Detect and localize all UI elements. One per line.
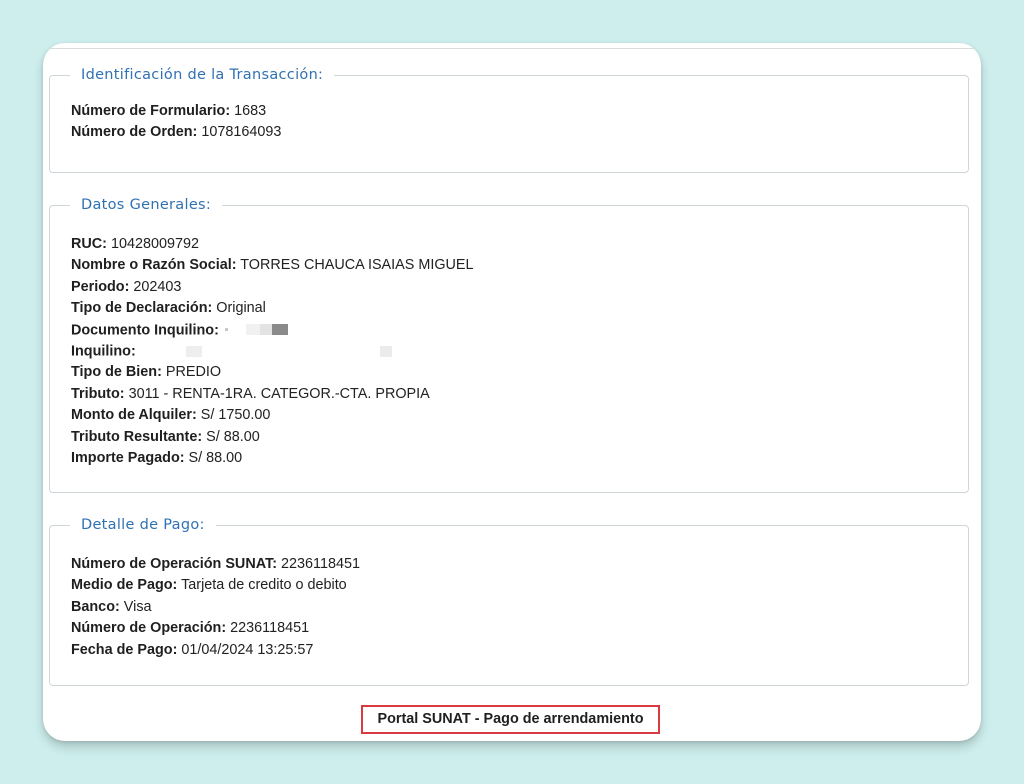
field-fecha-pago: Fecha de Pago: 01/04/2024 13:25:57 [71,640,968,661]
field-razon-social: Nombre o Razón Social: TORRES CHAUCA ISA… [71,255,968,276]
field-operacion-sunat: Número de Operación SUNAT: 2236118451 [71,554,968,575]
field-monto-alquiler: Monto de Alquiler: S/ 1750.00 [71,405,968,426]
receipt-card: Identificación de la Transacción: Número… [43,43,981,741]
field-value: 3011 - RENTA-1RA. CATEGOR.-CTA. PROPIA [128,385,430,402]
field-importe-pagado: Importe Pagado: S/ 88.00 [71,448,968,469]
field-medio-pago: Medio de Pago: Tarjeta de credito o debi… [71,575,968,596]
section-datos-legend: Datos Generales: [81,197,212,213]
redacted-inquilino-blur [140,341,392,362]
field-label: Documento Inquilino: [71,322,219,339]
detalle-fields: Número de Operación SUNAT: 2236118451 Me… [50,534,968,661]
field-label: Tipo de Declaración: [71,300,213,317]
field-value: Visa [123,598,152,615]
field-label: Inquilino: [71,343,136,360]
field-numero-formulario: Número de Formulario: 1683 [71,101,968,122]
field-label: Monto de Alquiler: [71,407,197,424]
field-tributo: Tributo: 3011 - RENTA-1RA. CATEGOR.-CTA.… [71,384,968,405]
field-value: S/ 1750.00 [200,407,271,424]
identificacion-fields: Número de Formulario: 1683 Número de Ord… [50,84,968,144]
field-value: Original [216,300,266,317]
field-label: Nombre o Razón Social: [71,257,237,274]
field-value: S/ 88.00 [206,428,260,445]
field-value: 2236118451 [230,620,310,637]
field-value: 10428009792 [110,236,200,252]
field-label: Número de Operación: [71,620,227,637]
field-label: Tributo Resultante: [71,428,203,445]
field-inquilino: Inquilino: [71,341,968,362]
section-identificacion: Identificación de la Transacción: Número… [49,66,969,173]
field-value: 202403 [133,278,182,295]
field-tipo-declaracion: Tipo de Declaración: Original [71,298,968,319]
field-label: Importe Pagado: [71,449,185,466]
field-value: Tarjeta de credito o debito [181,577,347,594]
field-label: RUC: [71,236,107,252]
section-detalle-legend: Detalle de Pago: [81,517,205,533]
field-value: TORRES CHAUCA ISAIAS MIGUEL [240,257,474,274]
field-label: Periodo: [71,278,130,295]
field-label: Tributo: [71,385,125,402]
field-tributo-resultante: Tributo Resultante: S/ 88.00 [71,427,968,448]
field-ruc: RUC: 10428009792 [71,234,968,255]
field-value: PREDIO [165,364,222,381]
field-label: Banco: [71,598,120,615]
field-value: S/ 88.00 [188,449,243,466]
field-label: Número de Operación SUNAT: [71,556,278,572]
field-banco: Banco: Visa [71,597,968,618]
field-label: Número de Orden: [71,124,198,141]
redacted-document-blur [224,320,288,341]
section-identificacion-legend: Identificación de la Transacción: [81,67,324,83]
section-detalle-pago: Detalle de Pago: Número de Operación SUN… [49,516,969,686]
field-label: Número de Formulario: [71,103,231,119]
field-periodo: Periodo: 202403 [71,277,968,298]
field-tipo-bien: Tipo de Bien: PREDIO [71,362,968,383]
field-value: 01/04/2024 13:25:57 [181,641,314,658]
field-label: Medio de Pago: [71,577,178,594]
field-numero-orden: Número de Orden: 1078164093 [71,122,968,143]
card-top-divider [49,48,975,49]
field-numero-operacion: Número de Operación: 2236118451 [71,618,968,639]
section-datos-generales: Datos Generales: RUC: 10428009792 Nombre… [49,196,969,493]
field-value: 1683 [234,103,267,119]
field-value: 2236118451 [281,556,360,572]
footer-caption: Portal SUNAT - Pago de arrendamiento [361,705,660,734]
field-value: 1078164093 [201,124,282,141]
field-label: Fecha de Pago: [71,641,178,658]
field-documento-inquilino: Documento Inquilino: [71,320,968,341]
datos-fields: RUC: 10428009792 Nombre o Razón Social: … [50,214,968,469]
field-label: Tipo de Bien: [71,364,162,381]
